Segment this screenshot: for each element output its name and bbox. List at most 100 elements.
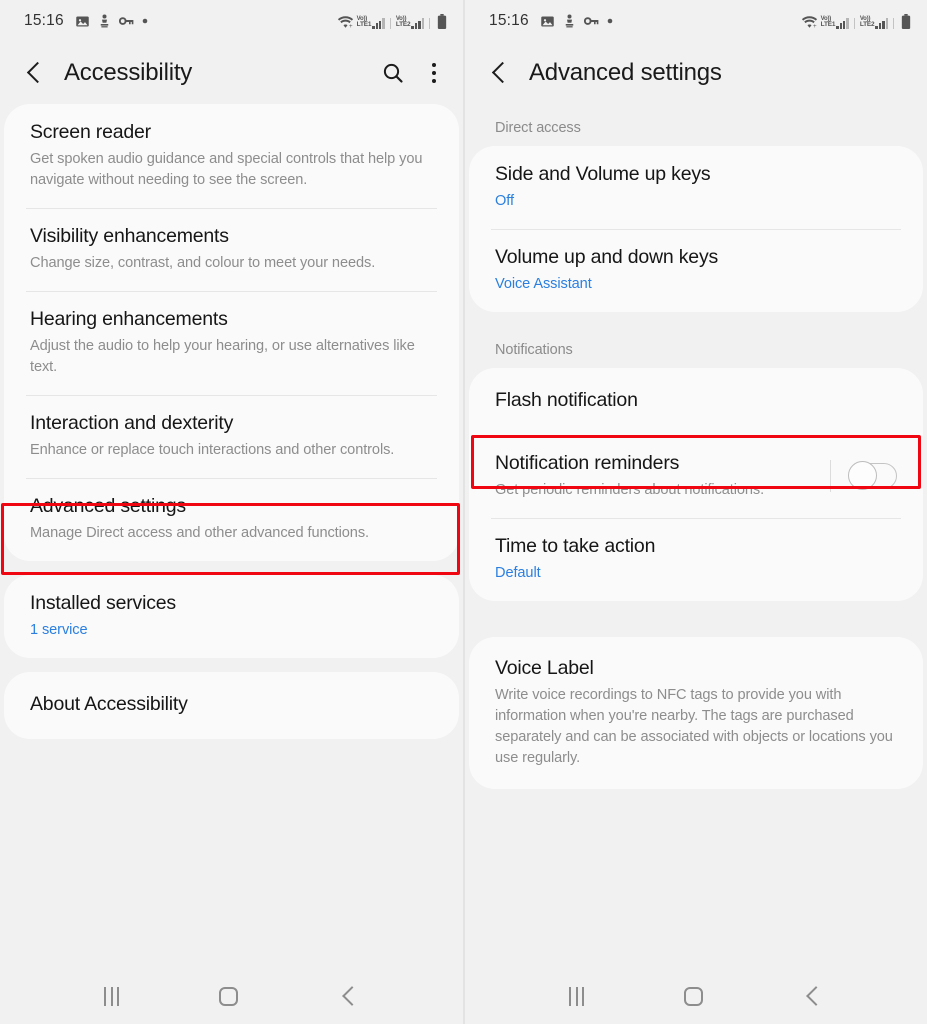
- list-item-title: Interaction and dexterity: [30, 412, 234, 434]
- svg-text:+: +: [349, 23, 353, 29]
- signal-bars-sim2: [875, 17, 888, 29]
- list-item-title: Hearing enhancements: [30, 308, 228, 330]
- list-item-subtitle: Get spoken audio guidance and special co…: [30, 151, 423, 188]
- signal-bars-sim1: [372, 17, 385, 29]
- list-item-volume-up-and-down-keys[interactable]: Volume up and down keys Voice Assistant: [469, 229, 923, 312]
- settings-list-left: Screen reader Get spoken audio guidance …: [0, 104, 463, 968]
- signal-bars-sim2: [411, 17, 424, 29]
- more-options-icon[interactable]: [423, 60, 445, 86]
- settings-card-about: About Accessibility: [4, 672, 459, 739]
- list-item-title: Side and Volume up keys: [495, 163, 711, 185]
- list-item-title: Volume up and down keys: [495, 246, 719, 268]
- back-icon[interactable]: [803, 986, 823, 1006]
- status-divider: [389, 17, 391, 29]
- settings-card-direct-access: Side and Volume up keys Off Volume up an…: [469, 146, 923, 312]
- settings-card-voice-label: Voice Label Write voice recordings to NF…: [469, 637, 923, 789]
- list-item-title: Time to take action: [495, 535, 656, 557]
- settings-card-notifications: Flash notification Notification reminder…: [469, 368, 923, 601]
- dot-icon: [607, 18, 613, 24]
- battery-icon: [437, 13, 447, 29]
- list-item-subtitle: Default: [495, 565, 541, 581]
- list-item-subtitle: Write voice recordings to NFC tags to pr…: [495, 687, 893, 766]
- list-item-subtitle: 1 service: [30, 622, 88, 638]
- list-item-title: Installed services: [30, 592, 176, 614]
- status-bar-clock: 15:16: [24, 12, 64, 29]
- figure-icon: [563, 14, 576, 29]
- list-item-title: Visibility enhancements: [30, 225, 229, 247]
- svg-text:+: +: [813, 23, 817, 29]
- list-item-screen-reader[interactable]: Screen reader Get spoken audio guidance …: [4, 104, 459, 208]
- right-phone-screen: 15:16 + Vo)) LTE1 Vo)) LTE2 Advanced set…: [463, 0, 927, 1024]
- settings-list-right: Direct access Side and Volume up keys Of…: [465, 104, 927, 968]
- list-item-subtitle: Voice Assistant: [495, 276, 592, 292]
- back-arrow-icon[interactable]: [22, 60, 48, 86]
- list-item-subtitle: Off: [495, 193, 514, 209]
- home-icon[interactable]: [219, 986, 239, 1006]
- page-title-right: Advanced settings: [529, 59, 722, 86]
- list-item-subtitle: Change size, contrast, and colour to mee…: [30, 255, 376, 271]
- status-bar-right-icons: + Vo)) LTE1 Vo)) LTE2: [801, 13, 911, 30]
- section-header-notifications: Notifications: [495, 342, 573, 358]
- volte-lte2-icon: Vo)) LTE2: [860, 16, 888, 29]
- signal-bars-sim1: [836, 17, 849, 29]
- back-icon[interactable]: [339, 986, 359, 1006]
- list-item-title: Flash notification: [495, 389, 638, 411]
- toggle-divider: [830, 459, 831, 492]
- list-item-title: About Accessibility: [30, 693, 188, 715]
- list-item-flash-notification[interactable]: Flash notification: [469, 368, 923, 435]
- left-phone-screen: 15:16 + Vo)) LTE1 Vo)) LTE2 Accessibilit…: [0, 0, 463, 1024]
- volte-lte2-icon: Vo)) LTE2: [396, 16, 424, 29]
- list-item-title: Voice Label: [495, 657, 594, 679]
- section-header-direct-access: Direct access: [495, 120, 581, 136]
- settings-card-installed-services: Installed services 1 service: [4, 575, 459, 658]
- status-bar-clock: 15:16: [489, 12, 529, 29]
- list-item-subtitle: Get periodic reminders about notificatio…: [495, 482, 765, 498]
- dual-screenshot-container: 15:16 + Vo)) LTE1 Vo)) LTE2 Accessibilit…: [0, 0, 927, 1024]
- key-icon: [118, 15, 134, 27]
- back-arrow-icon[interactable]: [487, 60, 513, 86]
- list-item-installed-services[interactable]: Installed services 1 service: [4, 575, 459, 658]
- list-item-hearing-enhancements[interactable]: Hearing enhancements Adjust the audio to…: [4, 291, 459, 395]
- status-bar-right: 15:16 + Vo)) LTE1 Vo)) LTE2: [465, 0, 927, 42]
- wifi-icon: +: [801, 15, 818, 30]
- list-item-title: Screen reader: [30, 121, 151, 143]
- list-item-advanced-settings[interactable]: Advanced settings Manage Direct access a…: [4, 478, 459, 561]
- dot-icon: [142, 18, 148, 24]
- status-divider: [853, 17, 855, 29]
- list-item-voice-label[interactable]: Voice Label Write voice recordings to NF…: [469, 637, 923, 789]
- status-divider-2: [429, 17, 430, 29]
- navigation-bar-right: [465, 968, 927, 1024]
- list-item-interaction-and-dexterity[interactable]: Interaction and dexterity Enhance or rep…: [4, 395, 459, 478]
- settings-card-main: Screen reader Get spoken audio guidance …: [4, 104, 459, 561]
- list-item-side-and-volume-up-keys[interactable]: Side and Volume up keys Off: [469, 146, 923, 229]
- status-bar-left-icons: [540, 14, 613, 29]
- toggle-knob: [847, 461, 877, 491]
- volte-lte1-icon: Vo)) LTE1: [357, 16, 385, 29]
- list-item-subtitle: Manage Direct access and other advanced …: [30, 525, 369, 541]
- list-item-visibility-enhancements[interactable]: Visibility enhancements Change size, con…: [4, 208, 459, 291]
- status-bar-left-icons: [75, 14, 148, 29]
- key-icon: [583, 15, 599, 27]
- volte-lte1-icon: Vo)) LTE1: [821, 16, 849, 29]
- wifi-icon: +: [337, 15, 354, 30]
- list-item-about-accessibility[interactable]: About Accessibility: [4, 672, 459, 739]
- figure-icon: [98, 14, 111, 29]
- list-item-subtitle: Adjust the audio to help your hearing, o…: [30, 338, 415, 375]
- recents-icon[interactable]: [104, 986, 120, 1006]
- navigation-bar-left: [0, 968, 463, 1024]
- image-icon: [540, 14, 555, 29]
- image-icon: [75, 14, 90, 29]
- list-item-time-to-take-action[interactable]: Time to take action Default: [469, 518, 923, 601]
- search-icon[interactable]: [381, 61, 405, 85]
- battery-icon: [901, 13, 911, 29]
- list-item-title: Notification reminders: [495, 452, 680, 474]
- home-icon[interactable]: [684, 986, 703, 1006]
- app-bar-actions: [381, 60, 445, 86]
- notification-reminders-toggle[interactable]: [847, 461, 897, 491]
- status-bar-right-icons: + Vo)) LTE1 Vo)) LTE2: [337, 13, 447, 30]
- toggle-container: [816, 459, 897, 492]
- list-item-notification-reminders[interactable]: Notification reminders Get periodic remi…: [469, 435, 923, 518]
- status-divider-2: [893, 17, 894, 29]
- recents-icon[interactable]: [569, 986, 584, 1006]
